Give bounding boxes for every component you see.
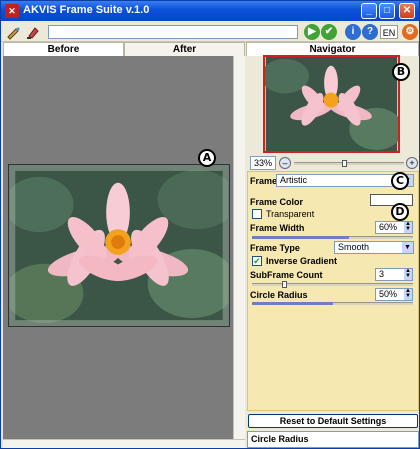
- zoom-control: 33% – +: [250, 156, 418, 170]
- frame-select-value: Artistic: [280, 175, 307, 185]
- transparent-label: Transparent: [266, 209, 315, 219]
- inverse-gradient-checkbox[interactable]: ✔: [252, 256, 262, 266]
- zoom-out-button[interactable]: –: [279, 157, 291, 169]
- frame-label: Frame: [250, 176, 278, 186]
- canvas-horizontal-scrollbar[interactable]: [3, 439, 245, 448]
- subframe-count-label: SubFrame Count: [250, 270, 323, 280]
- close-button[interactable]: ✕: [399, 3, 415, 19]
- callout-a: A: [198, 149, 216, 167]
- info-button[interactable]: i: [345, 24, 361, 40]
- maximize-button[interactable]: □: [379, 3, 395, 19]
- navigator-header: Navigator: [246, 42, 419, 56]
- run-button[interactable]: ▶: [304, 24, 320, 40]
- progress-bar: [48, 25, 298, 39]
- tab-after[interactable]: After: [124, 42, 245, 56]
- akvis-logo-icon: ✕: [5, 4, 19, 18]
- spinner-arrows-icon[interactable]: ▲ ▼: [404, 288, 412, 300]
- apply-button[interactable]: ✔: [321, 24, 337, 40]
- spinner-arrows-icon[interactable]: ▲ ▼: [404, 221, 412, 233]
- frame-width-slider[interactable]: [252, 236, 413, 239]
- circle-radius-slider-fill: [252, 302, 333, 305]
- canvas-vertical-scrollbar[interactable]: [233, 56, 245, 439]
- inverse-gradient-label: Inverse Gradient: [266, 256, 338, 266]
- callout-b: B: [392, 63, 410, 81]
- zoom-slider[interactable]: [294, 160, 404, 167]
- frame-type-value: Smooth: [338, 242, 370, 252]
- subframe-count-value: 3: [379, 269, 385, 279]
- frame-color-label: Frame Color: [250, 197, 304, 207]
- callout-d: D: [391, 203, 409, 221]
- frame-color-swatch[interactable]: [370, 194, 413, 206]
- help-button[interactable]: ?: [362, 24, 378, 40]
- hint-box: Circle Radius: [247, 431, 419, 448]
- frame-width-input[interactable]: 60% ▲ ▼: [375, 221, 413, 234]
- frame-width-label: Frame Width: [250, 223, 305, 233]
- app-window: ✕ AKVIS Frame Suite v.1.0 _ □ ✕ ▶ ✔ i ? …: [0, 0, 420, 449]
- tab-before[interactable]: Before: [3, 42, 124, 56]
- settings-button[interactable]: ⚙: [402, 24, 418, 40]
- stamp-icon[interactable]: [25, 24, 41, 40]
- zoom-in-button[interactable]: +: [406, 157, 418, 169]
- navigator-preview[interactable]: [263, 55, 400, 153]
- circle-radius-slider[interactable]: [252, 302, 413, 305]
- frame-type-select[interactable]: Smooth ▼: [334, 241, 414, 254]
- title-bar: ✕ AKVIS Frame Suite v.1.0 _ □ ✕: [1, 1, 419, 21]
- frame-width-slider-fill: [252, 236, 349, 239]
- zoom-value[interactable]: 33%: [250, 156, 276, 170]
- frame-width-value: 60%: [379, 222, 398, 232]
- language-button[interactable]: EN: [380, 25, 398, 39]
- subframe-slider-thumb[interactable]: [282, 281, 288, 288]
- circle-radius-value: 50%: [379, 289, 398, 299]
- zoom-slider-thumb[interactable]: [341, 160, 347, 167]
- toolbar: ▶ ✔ i ? EN ⚙: [1, 22, 419, 42]
- circle-radius-input[interactable]: 50% ▲ ▼: [375, 288, 413, 301]
- spinner-arrows-icon[interactable]: ▲ ▼: [404, 268, 412, 280]
- window-title: AKVIS Frame Suite v.1.0: [23, 4, 150, 16]
- frame-type-label: Frame Type: [250, 243, 300, 253]
- minimize-button[interactable]: _: [361, 3, 377, 19]
- brush-icon[interactable]: [5, 24, 21, 40]
- transparent-checkbox[interactable]: [252, 209, 262, 219]
- reset-defaults-button[interactable]: Reset to Default Settings: [248, 414, 418, 428]
- photo-preview: [8, 164, 230, 327]
- circle-radius-label: Circle Radius: [250, 290, 308, 300]
- callout-c: C: [391, 172, 409, 190]
- subframe-count-input[interactable]: 3 ▲ ▼: [375, 268, 413, 281]
- subframe-count-slider[interactable]: [252, 281, 413, 288]
- chevron-down-icon: ▼: [402, 242, 413, 253]
